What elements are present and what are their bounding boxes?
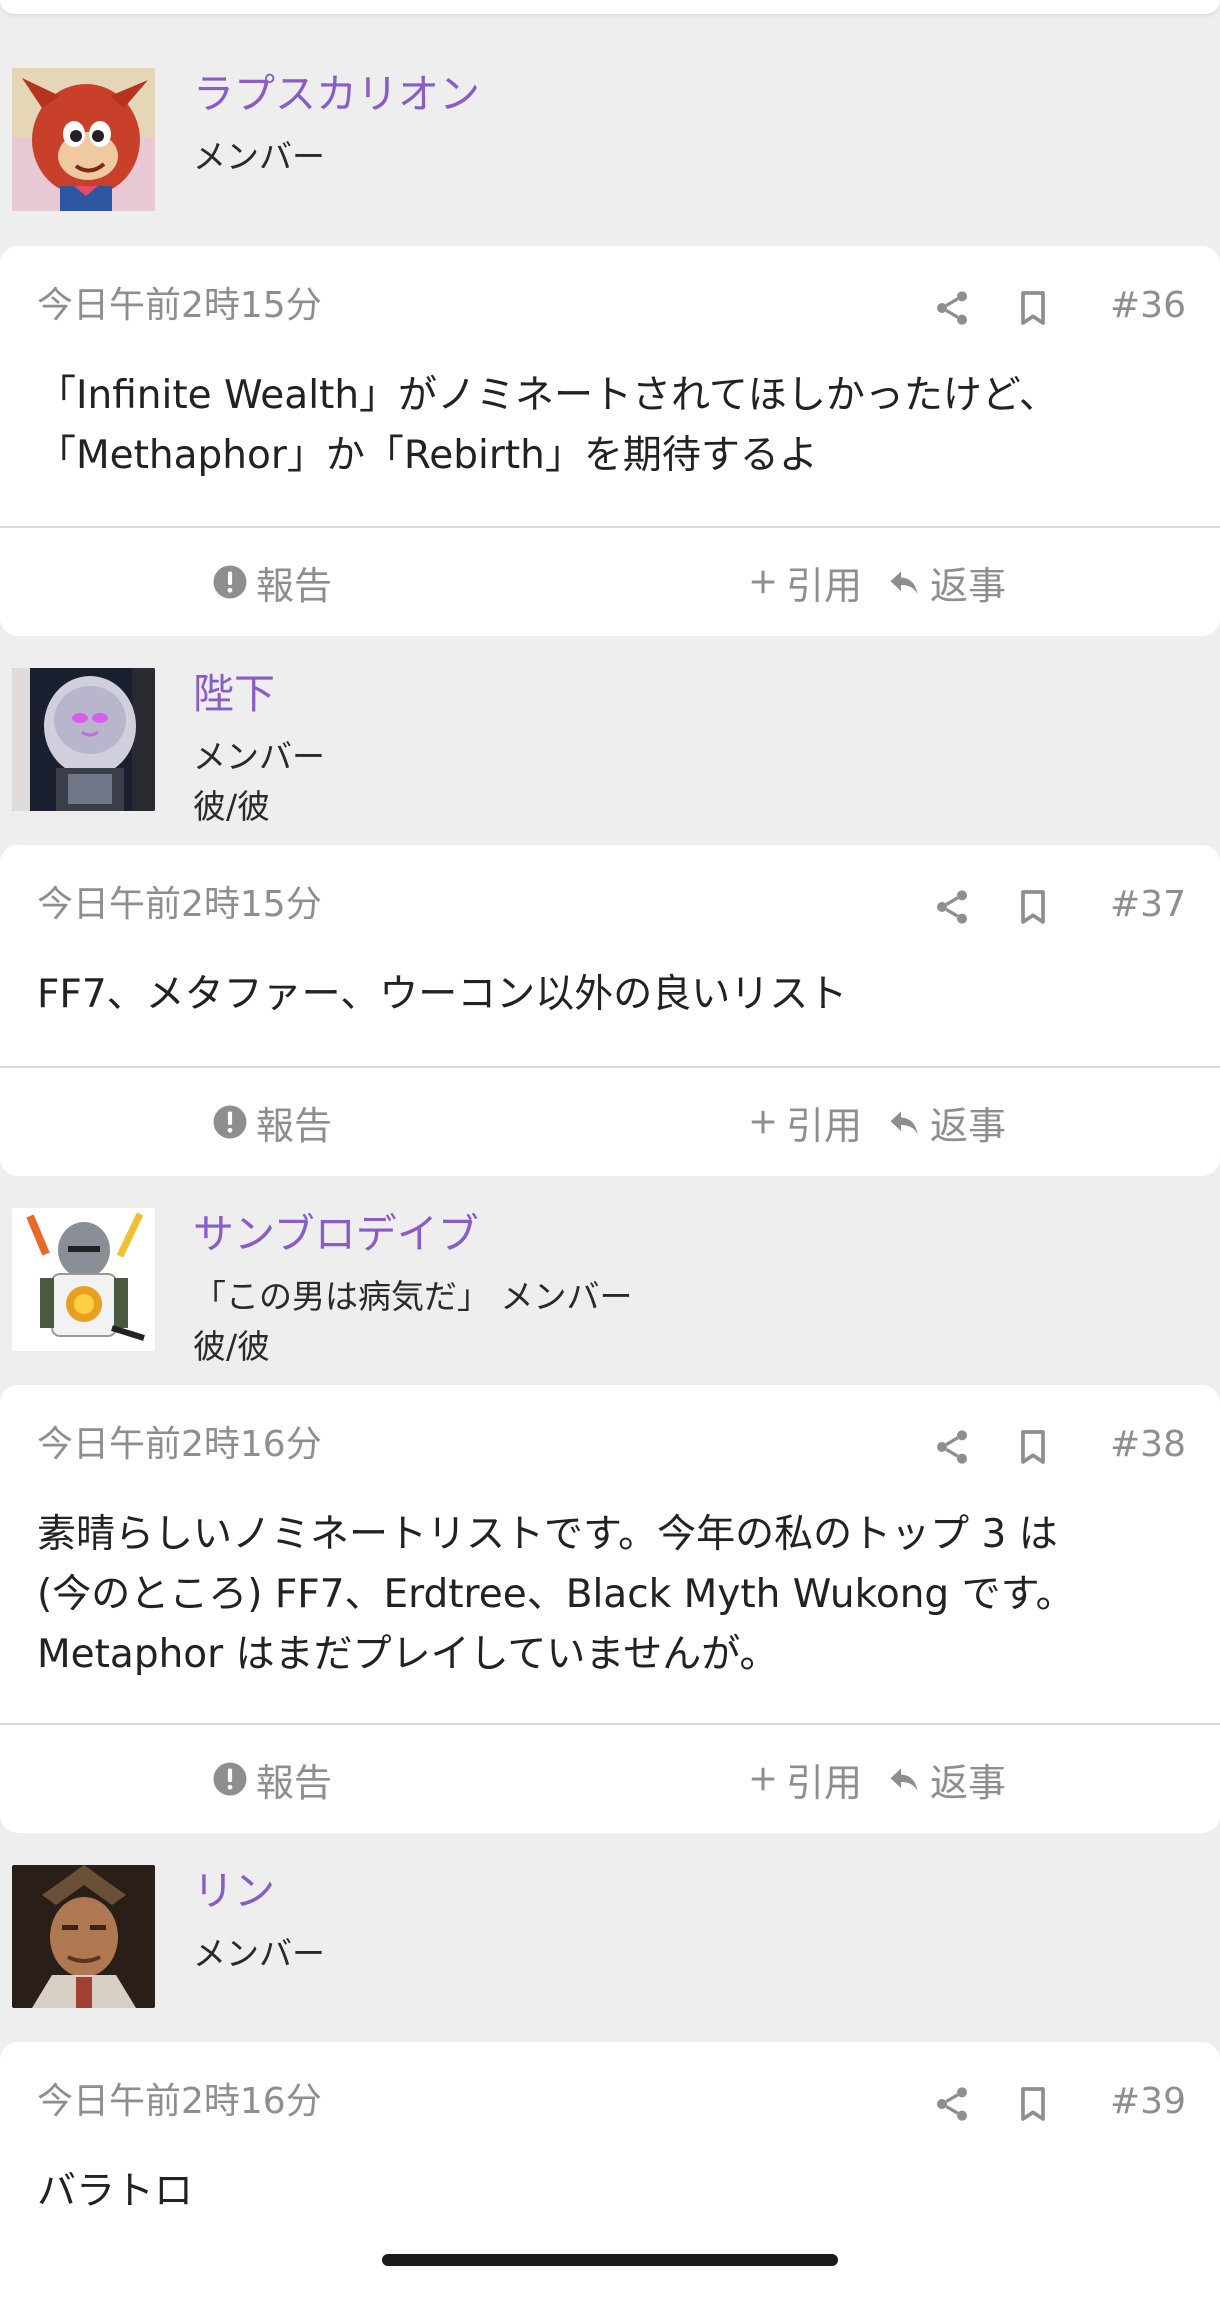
post-author-header: サンブロデイブ 「この男は病気だ」 メンバー 彼/彼 [0,1195,1220,1385]
post-date[interactable]: 今日午前2時15分 [37,887,322,923]
author-name[interactable]: 陛下 [193,674,275,715]
bookmark-icon[interactable] [1013,288,1053,328]
reply-button[interactable]: 返事 [886,528,1006,636]
author-role: メンバー [193,737,325,776]
quote-label: 引用 [786,1760,863,1805]
reply-label: 返事 [930,1103,1007,1148]
home-indicator[interactable] [382,2254,838,2266]
post-number[interactable]: #38 [1110,1427,1186,1463]
post-body-line: 「Methaphor」か「Rebirth」を期待するよ [37,433,818,478]
author-pronoun: 彼/彼 [193,1327,271,1366]
post-body-line: 「Infinite Wealth」がノミネートされてほしかったけど、 [37,373,1058,418]
plus-icon [751,570,775,594]
post-date[interactable]: 今日午前2時16分 [37,1427,322,1463]
post-author-header: 陛下 メンバー 彼/彼 [0,655,1220,845]
quote-button[interactable]: 引用 [748,1725,862,1833]
report-label: 報告 [256,563,333,608]
avatar[interactable] [12,668,155,811]
post-number[interactable]: #37 [1110,887,1186,923]
share-icon[interactable] [932,1427,972,1467]
report-button[interactable]: 報告 [212,1725,332,1833]
post-actions: 報告 引用 返事 [0,528,1220,636]
share-icon[interactable] [932,2084,972,2124]
report-label: 報告 [256,1103,333,1148]
post-date[interactable]: 今日午前2時16分 [37,2084,322,2120]
post-author-header: リン メンバー [0,1852,1220,2042]
post-body: 素晴らしいノミネートリストです。今年の私のトップ 3 は (今のところ) FF7… [37,1505,1180,1685]
post-body-line: Metaphor はまだプレイしていませんが。 [37,1632,779,1677]
author-name[interactable]: サンブロデイブ [193,1214,479,1255]
post-tools: #39 [886,2082,1186,2126]
post-card: 今日午前2時15分 #36 「Infinite Wealth」がノミネートされて… [0,246,1220,636]
quote-label: 引用 [786,1103,863,1148]
post-number[interactable]: #39 [1110,2084,1186,2120]
post-card: 今日午前2時15分 #37 FF7、メタファー、ウーコン以外の良いリスト 報告 … [0,845,1220,1176]
reply-button[interactable]: 返事 [886,1725,1006,1833]
post-body-line: FF7、メタファー、ウーコン以外の良いリスト [37,972,848,1017]
post-card: 今日午前2時16分 #38 素晴らしいノミネートリストです。今年の私のトップ 3… [0,1385,1220,1833]
reply-icon [890,571,918,594]
author-name[interactable]: ラプスカリオン [193,74,480,115]
report-button[interactable]: 報告 [212,1068,332,1176]
author-role: メンバー [193,1934,325,1973]
post-body-line: バラトロ [37,2169,194,2214]
post-tools: #36 [886,286,1186,330]
post-body: FF7、メタファー、ウーコン以外の良いリスト [37,965,1180,1025]
alert-icon [213,1762,247,1796]
bookmark-icon[interactable] [1013,887,1053,927]
avatar-image [12,1865,155,2008]
bookmark-icon[interactable] [1013,1427,1053,1467]
alert-icon [213,1105,247,1139]
author-role: メンバー [193,137,325,176]
quote-button[interactable]: 引用 [748,528,862,636]
post-author-header: ラプスカリオン メンバー [0,55,1220,245]
avatar[interactable] [12,1208,155,1351]
post-actions: 報告 引用 返事 [0,1725,1220,1833]
post-tools: #37 [886,885,1186,929]
previous-post-card-edge [0,0,1220,14]
avatar-image [12,68,155,211]
reply-icon [890,1111,918,1134]
share-icon[interactable] [932,288,972,328]
post-actions: 報告 引用 返事 [0,1068,1220,1176]
reply-label: 返事 [930,563,1007,608]
author-pronoun: 彼/彼 [193,787,271,826]
post-body: バラトロ [37,2162,1180,2222]
reply-icon [890,1768,918,1791]
report-label: 報告 [256,1760,333,1805]
author-role: 「この男は病気だ」 メンバー [193,1277,633,1316]
post-body-line: 素晴らしいノミネートリストです。今年の私のトップ 3 は [37,1512,1058,1557]
post-date[interactable]: 今日午前2時15分 [37,288,322,324]
quote-label: 引用 [786,563,863,608]
reply-label: 返事 [930,1760,1007,1805]
avatar[interactable] [12,68,155,211]
avatar-image [12,1208,155,1351]
post-card: 今日午前2時16分 #39 バラトロ [0,2042,1220,2312]
quote-button[interactable]: 引用 [748,1068,862,1176]
post-number[interactable]: #36 [1110,288,1186,324]
plus-icon [751,1767,775,1791]
post-tools: #38 [886,1425,1186,1469]
post-body-line: (今のところ) FF7、Erdtree、Black Myth Wukong です… [37,1572,1075,1617]
bookmark-icon[interactable] [1013,2084,1053,2124]
reply-button[interactable]: 返事 [886,1068,1006,1176]
alert-icon [213,565,247,599]
avatar-image [12,668,155,811]
author-name[interactable]: リン [193,1871,275,1912]
avatar[interactable] [12,1865,155,2008]
report-button[interactable]: 報告 [212,528,332,636]
post-body: 「Infinite Wealth」がノミネートされてほしかったけど、 「Meth… [37,366,1180,486]
plus-icon [751,1110,775,1134]
share-icon[interactable] [932,887,972,927]
